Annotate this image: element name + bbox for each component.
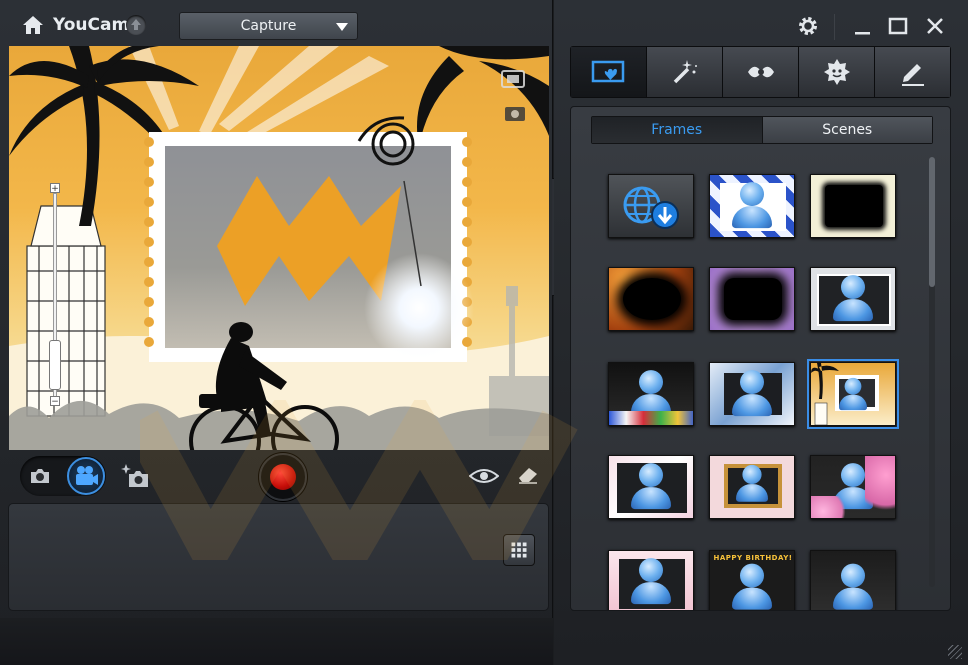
chevron-down-icon [336,23,348,31]
face-icon [823,59,850,85]
frames-library: Frames Scenes HAPPY BIRTHDAY! [570,106,951,611]
captured-media-tray[interactable] [8,503,549,611]
eye-icon[interactable] [469,466,499,486]
frame-photo-collage[interactable] [810,267,896,331]
video-mode-button[interactable] [67,457,105,495]
avatar-placeholder [631,463,671,510]
frame-ink-splash[interactable] [810,174,896,238]
effects-panel: Frames Scenes HAPPY BIRTHDAY! [554,0,968,665]
frame-scene-artwork [9,46,549,450]
tab-frames[interactable]: Frames [592,117,762,143]
burst-camera-icon[interactable] [121,462,151,490]
avatar-placeholder [631,370,671,417]
frames-scrollbar[interactable] [929,157,935,587]
avatar-placeholder [732,370,772,417]
frame-orange-bokeh[interactable] [608,267,694,331]
avatar-placeholder [732,182,772,229]
frame-gold-picture-frame[interactable] [709,455,795,519]
zoom-in-icon[interactable]: + [50,183,60,194]
palm-silhouette-icon [811,363,839,425]
title-bar: YouCam Capture [0,0,553,46]
globe-download-icon [623,186,679,229]
maximize-icon[interactable] [887,15,909,37]
frame-download-more[interactable] [608,174,694,238]
sparkle-icon [747,66,774,78]
titlebar-divider [834,14,835,40]
tab-effects[interactable] [647,47,723,97]
frames-scenes-toggle: Frames Scenes [591,116,933,144]
record-button[interactable] [259,453,307,501]
resize-grip-icon[interactable] [948,645,962,659]
snapshot-overlay-icon[interactable] [499,68,527,90]
frame-pink-petals[interactable] [608,550,694,610]
grid-view-button[interactable] [503,534,535,566]
zoom-slider[interactable]: + − [49,183,61,409]
grid-icon [511,542,527,558]
tab-drawing[interactable] [875,47,950,97]
gear-icon[interactable] [797,15,819,37]
frame-party-gifts[interactable] [608,362,694,426]
mode-select[interactable]: Capture [179,12,358,40]
frame-blue-floral[interactable] [709,362,795,426]
capture-panel: YouCam Capture + − [0,0,553,665]
upgrade-icon[interactable] [126,15,146,35]
status-footer [0,618,553,665]
camera-icon[interactable] [28,464,52,488]
tab-particles[interactable] [723,47,799,97]
camera-settings-icon[interactable] [501,102,529,124]
capture-mode-switch [20,456,106,496]
frame-dark-plain[interactable] [810,550,896,610]
avatar-placeholder [732,563,772,610]
zoom-handle[interactable] [49,340,61,390]
avatar-placeholder [631,558,671,605]
feature-toolbar [570,46,951,98]
zoom-out-icon[interactable]: − [50,396,60,407]
frame-travel-postcard[interactable] [807,359,899,429]
home-icon[interactable] [22,15,44,35]
avatar-placeholder [736,464,768,502]
close-icon[interactable] [924,15,946,37]
screen-heart-icon [591,60,624,83]
magic-wand-icon [673,60,697,84]
scrollbar-thumb[interactable] [929,157,935,287]
avatar-placeholder [833,275,873,322]
mode-select-value: Capture [240,18,297,34]
tab-frames-scenes[interactable] [571,47,647,97]
frame-pink-lace[interactable] [608,455,694,519]
capture-controls [0,452,553,501]
eraser-icon[interactable] [517,466,539,484]
video-camera-icon [76,466,98,485]
minimize-icon[interactable] [852,15,874,37]
app-title: YouCam [53,15,130,35]
tab-avatars[interactable] [799,47,875,97]
birthday-banner: HAPPY BIRTHDAY! [713,554,793,562]
pencil-icon [901,64,924,86]
avatar-placeholder [833,563,873,610]
frame-blue-checker[interactable] [709,174,795,238]
frame-happy-birthday[interactable]: HAPPY BIRTHDAY! [709,550,795,610]
tab-scenes[interactable]: Scenes [761,117,932,143]
frame-purple-sparkle[interactable] [709,267,795,331]
webcam-preview: + − [9,46,549,450]
frame-pink-blossoms[interactable] [810,455,896,519]
